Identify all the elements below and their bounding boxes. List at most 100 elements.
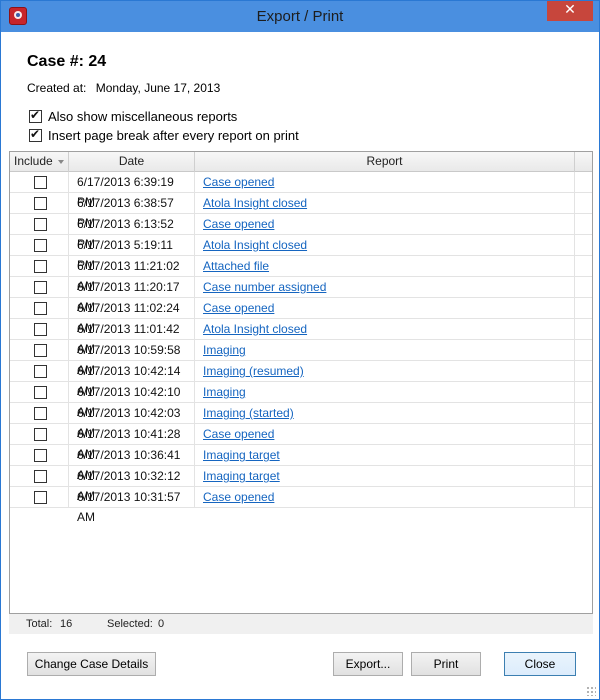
report-cell: Case opened <box>195 424 575 445</box>
table-row[interactable]: 6/17/2013 6:38:57 PM Atola Insight closed <box>10 193 592 230</box>
filler-cell <box>575 382 592 403</box>
include-cell <box>10 424 69 445</box>
report-link[interactable]: Imaging (resumed) <box>203 364 304 378</box>
created-at-row: Created at: Monday, June 17, 2013 <box>27 81 220 95</box>
filler-cell <box>575 466 592 487</box>
table-row[interactable]: 6/17/2013 10:42:10 AM Imaging <box>10 382 592 419</box>
export-button[interactable]: Export... <box>333 652 403 676</box>
report-cell: Imaging <box>195 382 575 403</box>
include-checkbox[interactable] <box>34 491 47 504</box>
title-bar[interactable]: Export / Print ✕ <box>1 1 599 32</box>
misc-reports-label[interactable]: Also show miscellaneous reports <box>48 109 237 124</box>
column-header-date[interactable]: Date <box>69 152 195 172</box>
report-cell: Atola Insight closed <box>195 235 575 256</box>
include-checkbox[interactable] <box>34 428 47 441</box>
date-cell: 6/17/2013 10:31:57 AM <box>69 487 195 524</box>
page-break-label[interactable]: Insert page break after every report on … <box>48 128 299 143</box>
page-break-option[interactable]: Insert page break after every report on … <box>29 127 299 143</box>
date-cell: 6/17/2013 6:13:52 PM <box>69 214 195 251</box>
include-checkbox[interactable] <box>34 281 47 294</box>
include-checkbox[interactable] <box>34 449 47 462</box>
table-row[interactable]: 6/17/2013 11:20:17 AM Case number assigne… <box>10 277 592 314</box>
report-cell: Imaging (started) <box>195 403 575 424</box>
table-row[interactable]: 6/17/2013 10:42:03 AM Imaging (started) <box>10 403 592 440</box>
report-link[interactable]: Case opened <box>203 175 274 189</box>
include-checkbox[interactable] <box>34 197 47 210</box>
page-break-checkbox[interactable] <box>29 127 42 142</box>
grid-header: Include Date Report <box>10 152 592 172</box>
report-link[interactable]: Imaging target <box>203 448 280 462</box>
report-link[interactable]: Case opened <box>203 427 274 441</box>
report-link[interactable]: Attached file <box>203 259 269 273</box>
include-checkbox[interactable] <box>34 323 47 336</box>
date-cell: 6/17/2013 11:01:42 AM <box>69 319 195 356</box>
table-row[interactable]: 6/17/2013 10:41:28 AM Case opened <box>10 424 592 461</box>
table-row[interactable]: 6/17/2013 10:42:14 AM Imaging (resumed) <box>10 361 592 398</box>
sort-arrow-icon[interactable] <box>58 160 64 164</box>
report-cell: Imaging target <box>195 445 575 466</box>
report-cell: Atola Insight closed <box>195 319 575 340</box>
include-checkbox[interactable] <box>34 407 47 420</box>
include-checkbox[interactable] <box>34 218 47 231</box>
close-button[interactable]: Close <box>504 652 576 676</box>
report-link[interactable]: Imaging <box>203 385 246 399</box>
change-case-details-button[interactable]: Change Case Details <box>27 652 156 676</box>
misc-reports-checkbox[interactable] <box>29 108 42 123</box>
date-cell: 6/17/2013 5:19:11 PM <box>69 235 195 272</box>
filler-cell <box>575 277 592 298</box>
filler-cell <box>575 235 592 256</box>
report-link[interactable]: Atola Insight closed <box>203 196 307 210</box>
include-cell <box>10 403 69 424</box>
date-cell: 6/17/2013 10:36:41 AM <box>69 445 195 482</box>
report-link[interactable]: Imaging target <box>203 469 280 483</box>
include-checkbox[interactable] <box>34 260 47 273</box>
include-checkbox[interactable] <box>34 302 47 315</box>
include-checkbox[interactable] <box>34 470 47 483</box>
report-cell: Case number assigned <box>195 277 575 298</box>
table-row[interactable]: 6/17/2013 11:02:24 AM Case opened <box>10 298 592 335</box>
report-link[interactable]: Case number assigned <box>203 280 326 294</box>
report-cell: Case opened <box>195 487 575 508</box>
include-checkbox[interactable] <box>34 365 47 378</box>
include-checkbox[interactable] <box>34 176 47 189</box>
report-link[interactable]: Case opened <box>203 217 274 231</box>
report-cell: Attached file <box>195 256 575 277</box>
filler-cell <box>575 172 592 193</box>
table-row[interactable]: 6/17/2013 5:19:11 PM Atola Insight closed <box>10 235 592 272</box>
filler-cell <box>575 361 592 382</box>
report-link[interactable]: Atola Insight closed <box>203 238 307 252</box>
created-at-label: Created at: <box>27 81 87 95</box>
column-header-report[interactable]: Report <box>195 152 575 172</box>
report-link[interactable]: Atola Insight closed <box>203 322 307 336</box>
table-row[interactable]: 6/17/2013 10:36:41 AM Imaging target <box>10 445 592 482</box>
include-cell <box>10 277 69 298</box>
print-button[interactable]: Print <box>411 652 481 676</box>
report-cell: Atola Insight closed <box>195 193 575 214</box>
table-row[interactable]: 6/17/2013 11:21:02 AM Attached file <box>10 256 592 293</box>
misc-reports-option[interactable]: Also show miscellaneous reports <box>29 108 237 124</box>
include-checkbox[interactable] <box>34 344 47 357</box>
table-row[interactable]: 6/17/2013 6:39:19 PM Case opened <box>10 172 592 209</box>
report-link[interactable]: Imaging (started) <box>203 406 294 420</box>
table-row[interactable]: 6/17/2013 10:59:58 AM Imaging <box>10 340 592 377</box>
date-cell: 6/17/2013 11:21:02 AM <box>69 256 195 293</box>
column-header-include[interactable]: Include <box>10 152 69 172</box>
window-close-icon[interactable]: ✕ <box>547 1 593 21</box>
filler-cell <box>575 424 592 445</box>
filler-cell <box>575 298 592 319</box>
include-checkbox[interactable] <box>34 386 47 399</box>
column-include-label: Include <box>14 154 53 168</box>
include-cell <box>10 256 69 277</box>
report-link[interactable]: Case opened <box>203 301 274 315</box>
report-link[interactable]: Case opened <box>203 490 274 504</box>
resize-grip-icon[interactable] <box>586 686 596 696</box>
table-row[interactable]: 6/17/2013 11:01:42 AM Atola Insight close… <box>10 319 592 356</box>
table-row[interactable]: 6/17/2013 6:13:52 PM Case opened <box>10 214 592 251</box>
reports-grid: Include Date Report 6/17/2013 6:39:19 PM… <box>9 151 593 614</box>
table-row[interactable]: 6/17/2013 10:32:12 AM Imaging target <box>10 466 592 503</box>
include-cell <box>10 361 69 382</box>
table-row[interactable]: 6/17/2013 10:31:57 AM Case opened <box>10 487 592 524</box>
report-link[interactable]: Imaging <box>203 343 246 357</box>
date-cell: 6/17/2013 10:42:03 AM <box>69 403 195 440</box>
include-checkbox[interactable] <box>34 239 47 252</box>
